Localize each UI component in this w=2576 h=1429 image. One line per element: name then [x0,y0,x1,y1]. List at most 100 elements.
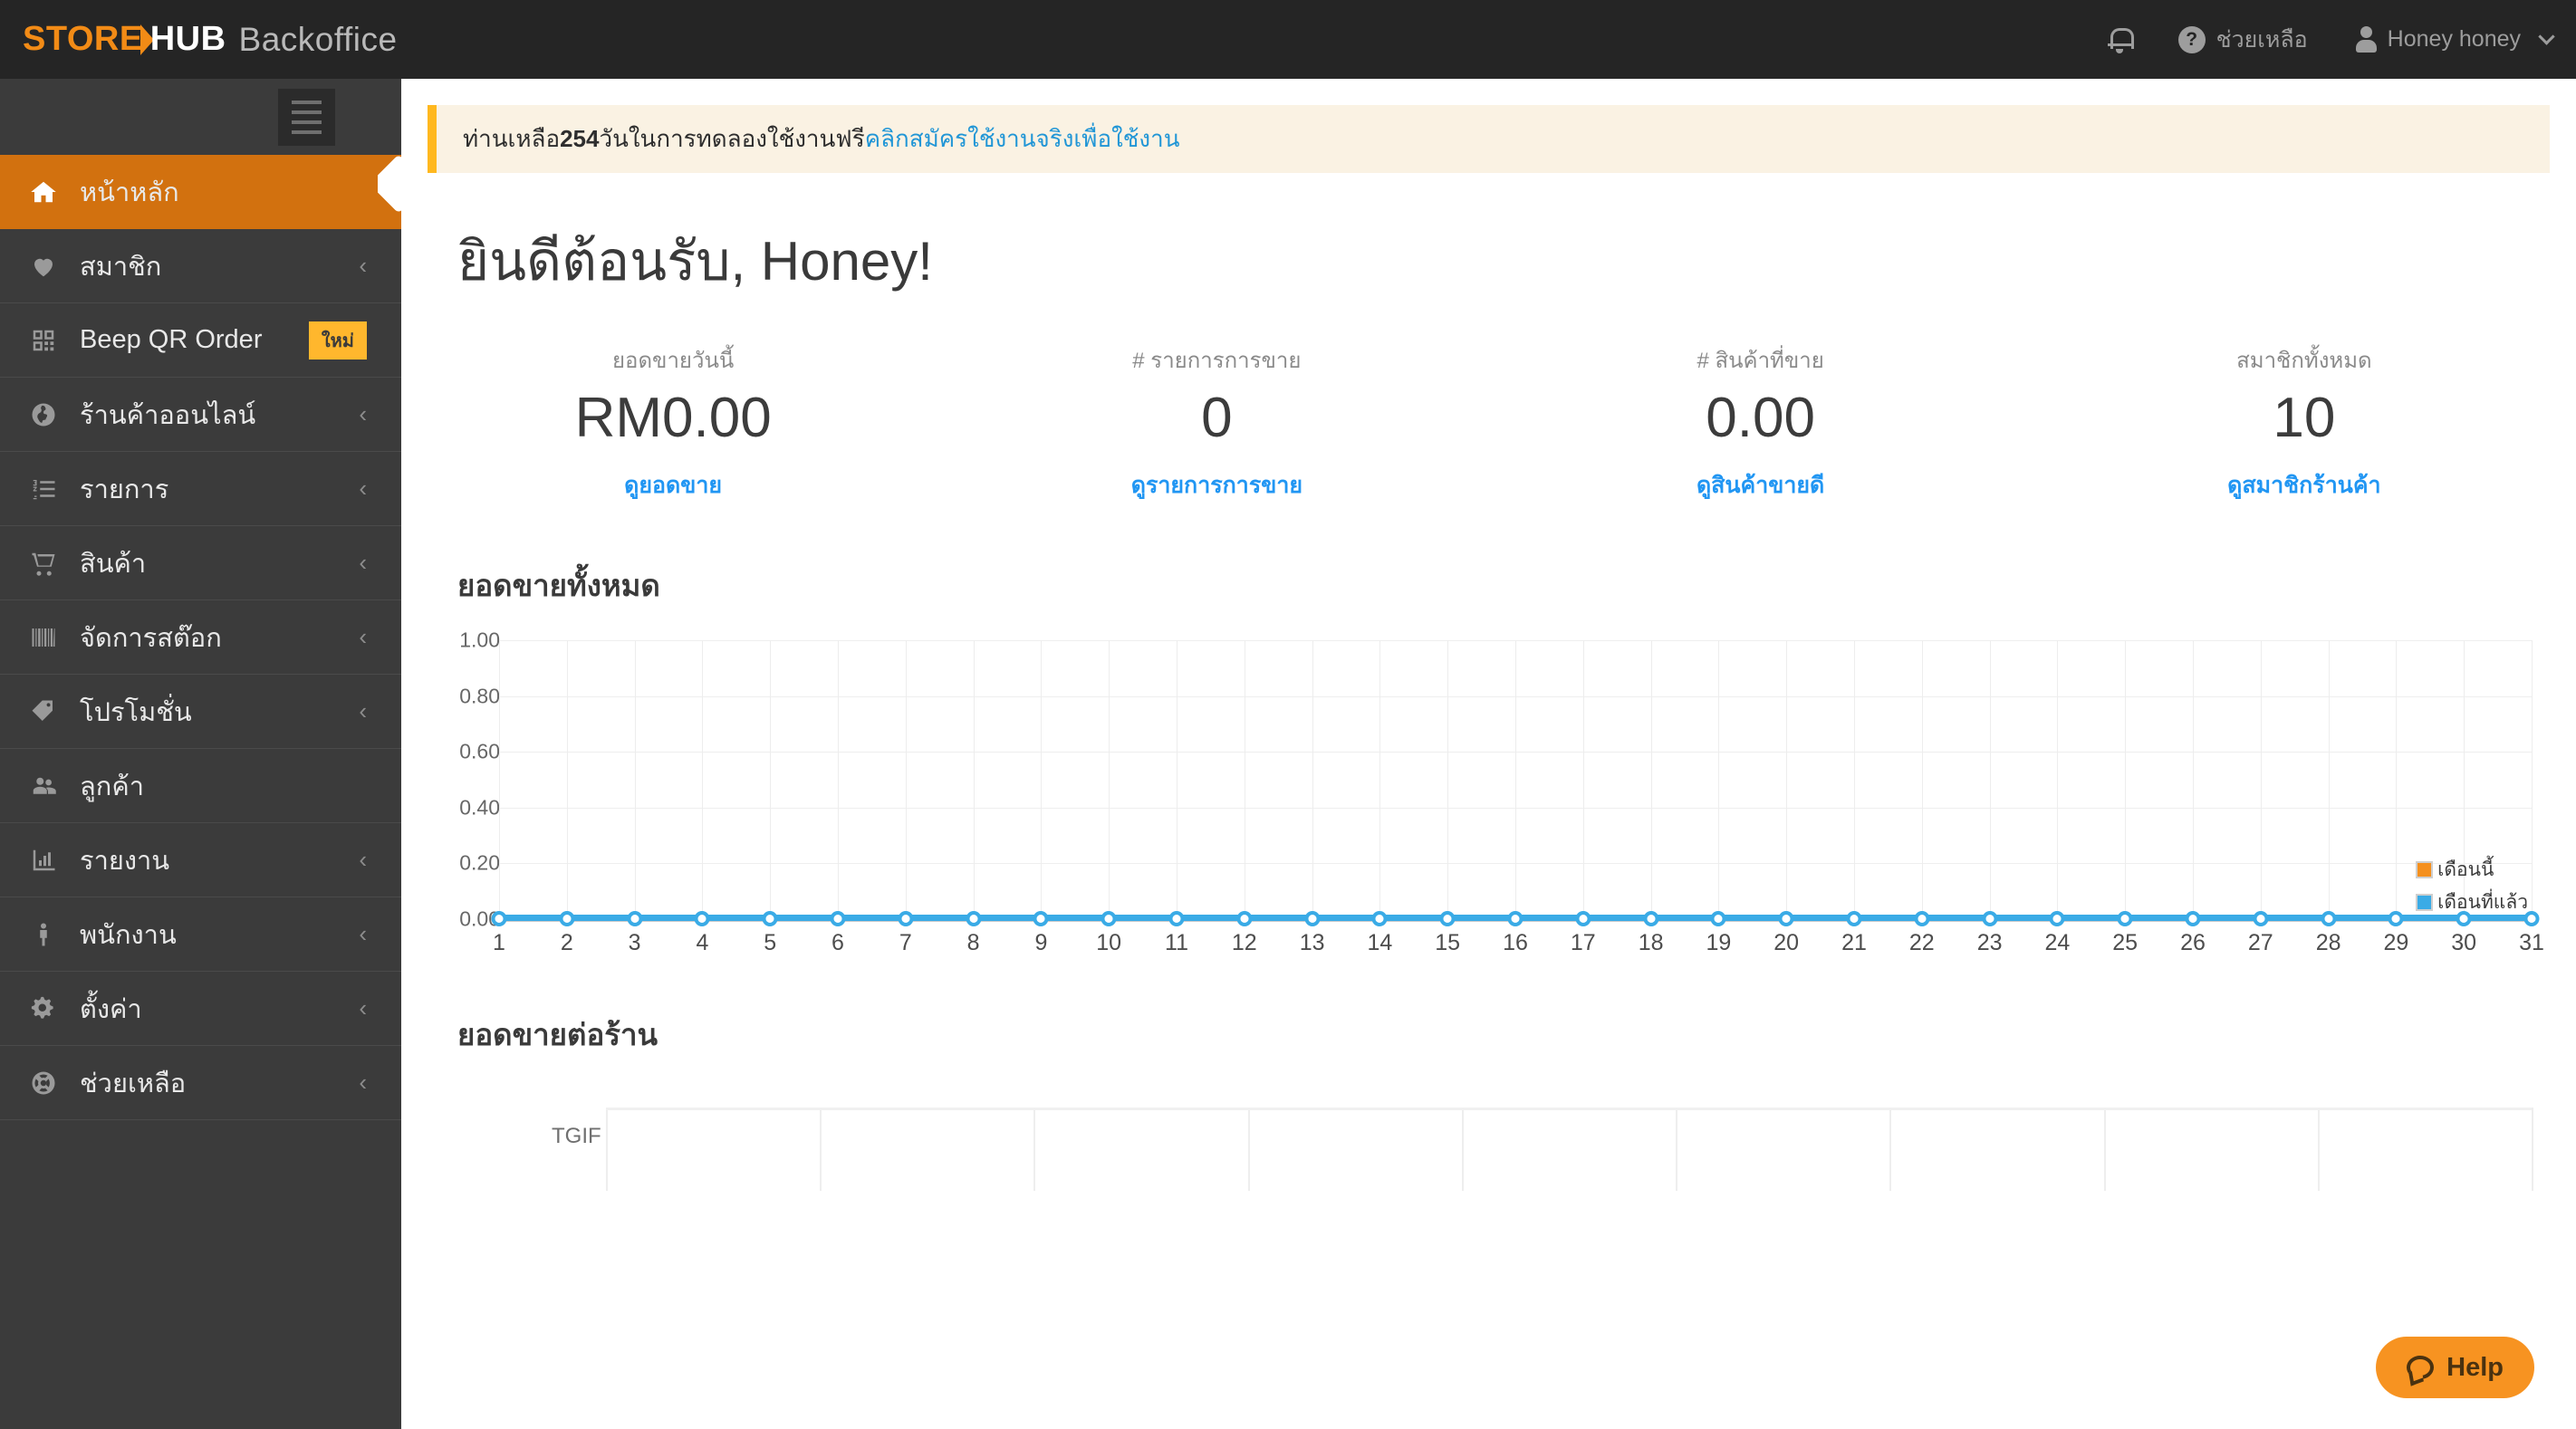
chevron-left-icon: ‹ [359,994,367,1021]
data-point-marker[interactable] [1575,911,1591,927]
sidebar-item-beep-qr-order[interactable]: Beep QR Order ใหม่ [0,303,401,378]
chevron-down-icon [2538,27,2555,45]
sidebar-item-ลูกค้า[interactable]: ลูกค้า [0,749,401,823]
data-point-marker[interactable] [627,911,643,927]
top-bar: STORE HUB Backoffice ? ช่วยเหลือ Honey h… [0,0,2576,79]
stat-link[interactable]: ดูสินค้าขายดี [1489,467,2033,504]
gridline-vertical [1889,1108,1892,1192]
sidebar-item-ร้านค้าออนไลน์[interactable]: ร้านค้าออนไลน์ ‹ [0,378,401,452]
sidebar-item-โปรโมชั่น[interactable]: โปรโมชั่น ‹ [0,675,401,749]
data-point-marker[interactable] [1507,911,1523,927]
sidebar-item-label: ลูกค้า [80,772,145,801]
data-point-marker[interactable] [966,911,982,927]
sidebar-item-รายการ[interactable]: รายการ ‹ [0,452,401,526]
trial-banner: ท่านเหลือ 254 วันในการทดลองใช้งานฟรี คลิ… [428,105,2550,173]
data-point-marker[interactable] [2321,911,2337,927]
data-point-marker[interactable] [1914,911,1930,927]
user-menu-button[interactable]: Honey honey [2331,0,2576,79]
gridline-vertical [1041,640,1043,920]
sidebar-item-badge: ใหม่ [308,321,367,360]
gridline-vertical [2260,640,2262,920]
data-point-marker[interactable] [1710,911,1726,927]
data-point-marker[interactable] [2185,911,2201,927]
gridline-vertical [2125,640,2127,920]
sidebar-item-label: Beep QR Order [80,325,263,354]
help-widget-label: Help [2446,1352,2504,1382]
notifications-button[interactable] [2084,0,2155,79]
data-point-marker[interactable] [2253,911,2269,927]
sidebar-item-ตั้งค่า[interactable]: ตั้งค่า ‹ [0,972,401,1046]
x-axis-tick-label: 14 [1367,930,1393,956]
x-axis-tick-label: 23 [1976,930,2003,956]
x-axis-tick-label: 1 [493,930,505,956]
data-point-marker[interactable] [762,911,778,927]
x-axis-tick-label: 29 [2383,930,2409,956]
gridline-vertical [566,640,568,920]
sidebar-item-ช่วยเหลือ[interactable]: ช่วยเหลือ ‹ [0,1046,401,1120]
store-row-label: TGIF [552,1124,601,1149]
data-point-marker[interactable] [694,911,710,927]
ordered-list-icon [20,475,67,503]
data-point-marker[interactable] [1101,911,1117,927]
data-point-marker[interactable] [491,911,507,927]
legend-swatch [2416,894,2434,912]
sidebar-item-จัดการสต๊อก[interactable]: จัดการสต๊อก ‹ [0,600,401,675]
trial-text-after: วันในการทดลองใช้งานฟรี [599,125,865,152]
sidebar-item-รายงาน[interactable]: รายงาน ‹ [0,823,401,897]
globe-icon [20,401,67,428]
user-name-label: Honey honey [2387,26,2521,52]
data-point-marker[interactable] [2117,911,2133,927]
active-indicator-notch [378,155,401,229]
stat-link[interactable]: ดูยอดขาย [401,467,945,504]
data-point-marker[interactable] [1439,911,1456,927]
y-axis-tick-label: 0.20 [459,850,500,875]
data-point-marker[interactable] [1846,911,1862,927]
hamburger-menu-icon[interactable] [278,88,335,146]
data-point-marker[interactable] [559,911,575,927]
data-point-marker[interactable] [1371,911,1388,927]
data-point-marker[interactable] [830,911,846,927]
data-point-marker[interactable] [1168,911,1185,927]
y-axis-tick-label: 0.60 [459,739,500,763]
chevron-left-icon: ‹ [359,920,367,947]
x-axis-tick-label: 7 [899,930,912,956]
tag-icon [20,698,67,725]
app-logo[interactable]: STORE HUB Backoffice [23,20,398,59]
sidebar-item-หน้าหลัก[interactable]: หน้าหลัก [0,155,401,229]
stat-card: ยอดขายวันนี้ RM0.00 ดูยอดขาย [401,342,945,504]
legend-item[interactable]: เดือนนี้ [2416,855,2528,885]
sidebar-item-สมาชิก[interactable]: สมาชิก ‹ [0,229,401,303]
total-sales-heading: ยอดขายทั้งหมด [457,569,660,603]
gridline-vertical [973,640,975,920]
gridline-vertical [1921,640,1923,920]
help-menu-label: ช่วยเหลือ [2216,26,2308,53]
x-axis-tick-label: 15 [1435,930,1461,956]
help-menu-button[interactable]: ? ช่วยเหลือ [2155,0,2331,79]
gridline-vertical [1854,640,1855,920]
gridline-vertical [702,640,704,920]
sidebar-item-พนักงาน[interactable]: พนักงาน ‹ [0,897,401,972]
sidebar-item-สินค้า[interactable]: สินค้า ‹ [0,526,401,600]
data-point-marker[interactable] [1778,911,1794,927]
help-widget-button[interactable]: Help [2376,1337,2534,1398]
stat-link[interactable]: ดูรายการการขาย [945,467,1488,504]
data-point-marker[interactable] [1304,911,1321,927]
data-point-marker[interactable] [2049,911,2065,927]
data-point-marker[interactable] [898,911,914,927]
data-point-marker[interactable] [2388,911,2404,927]
x-axis-tick-label: 21 [1841,930,1867,956]
data-point-marker[interactable] [1643,911,1659,927]
trial-days-count: 254 [560,125,600,152]
data-point-marker[interactable] [1236,911,1253,927]
stat-value: 10 [2273,387,2336,449]
barcode-icon [20,624,67,651]
gridline-vertical [1515,640,1516,920]
stat-link[interactable]: ดูสมาชิกร้านค้า [2033,467,2576,504]
data-point-marker[interactable] [1033,911,1049,927]
user-avatar-icon [2355,25,2377,53]
gridline-vertical [1247,1108,1250,1192]
trial-upgrade-link[interactable]: คลิกสมัครใช้งานจริงเพื่อใช้งาน [865,120,1180,158]
top-bar-actions: ? ช่วยเหลือ Honey honey [2084,0,2576,79]
legend-item[interactable]: เดือนที่แล้ว [2416,887,2528,917]
data-point-marker[interactable] [1982,911,1998,927]
